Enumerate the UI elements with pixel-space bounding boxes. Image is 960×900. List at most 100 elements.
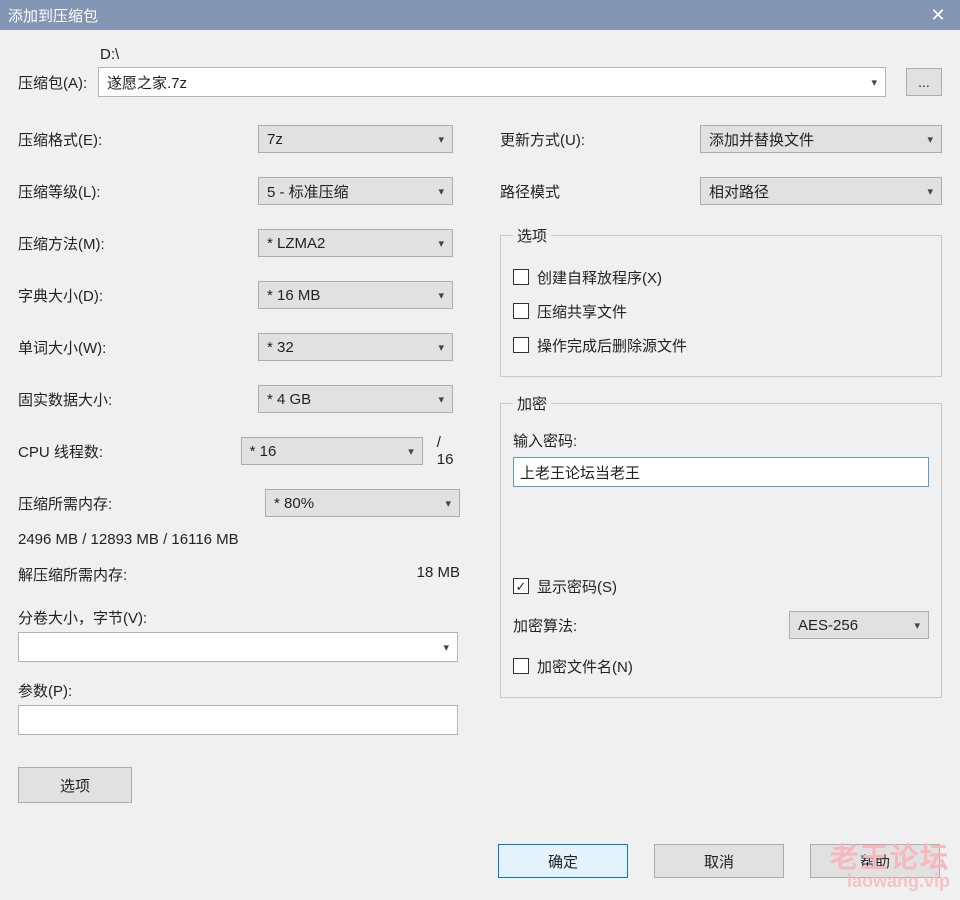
chevron-down-icon: ▾ bbox=[443, 641, 449, 654]
shared-checkbox[interactable] bbox=[513, 303, 529, 319]
encrypt-group: 加密 输入密码: 上老王论坛当老王 显示密码(S) 加密算法: AES-256 bbox=[500, 393, 942, 698]
method-value: * LZMA2 bbox=[267, 235, 325, 252]
encnames-check-row[interactable]: 加密文件名(N) bbox=[513, 651, 929, 681]
volume-label: 分卷大小，字节(V): bbox=[18, 607, 460, 628]
method-row: 压缩方法(M): * LZMA2 ▾ bbox=[18, 225, 460, 261]
showpw-check-row[interactable]: 显示密码(S) bbox=[513, 571, 929, 601]
level-row: 压缩等级(L): 5 - 标准压缩 ▾ bbox=[18, 173, 460, 209]
help-label: 帮助 bbox=[860, 851, 890, 872]
format-select[interactable]: 7z ▾ bbox=[258, 125, 453, 153]
level-label: 压缩等级(L): bbox=[18, 181, 258, 202]
dict-select[interactable]: * 16 MB ▾ bbox=[258, 281, 453, 309]
word-select[interactable]: * 32 ▾ bbox=[258, 333, 453, 361]
archive-filename: 遂愿之家.7z bbox=[107, 72, 187, 93]
dialog-buttons: 确定 取消 帮助 bbox=[498, 844, 940, 878]
pathmode-label: 路径模式 bbox=[500, 181, 700, 202]
update-select[interactable]: 添加并替换文件 ▾ bbox=[700, 125, 942, 153]
chevron-down-icon: ▾ bbox=[438, 393, 444, 406]
encalg-row: 加密算法: AES-256 ▾ bbox=[513, 611, 929, 639]
password-label: 输入密码: bbox=[513, 430, 929, 451]
options-legend: 选项 bbox=[513, 225, 551, 246]
encalg-value: AES-256 bbox=[798, 617, 858, 634]
mem-dec-value: 18 MB bbox=[417, 564, 460, 585]
delete-checkbox[interactable] bbox=[513, 337, 529, 353]
right-column: 更新方式(U): 添加并替换文件 ▾ 路径模式 相对路径 ▾ 选项 bbox=[500, 121, 942, 803]
ok-button[interactable]: 确定 bbox=[498, 844, 628, 878]
browse-button[interactable]: ... bbox=[906, 68, 942, 96]
encnames-checkbox[interactable] bbox=[513, 658, 529, 674]
cancel-button[interactable]: 取消 bbox=[654, 844, 784, 878]
options-button-label: 选项 bbox=[60, 775, 90, 796]
chevron-down-icon: ▾ bbox=[438, 133, 444, 146]
password-value: 上老王论坛当老王 bbox=[520, 462, 640, 483]
format-value: 7z bbox=[267, 131, 283, 148]
close-icon[interactable]: ✕ bbox=[924, 5, 952, 26]
shared-check-row[interactable]: 压缩共享文件 bbox=[513, 296, 929, 326]
archive-label: 压缩包(A): bbox=[18, 44, 98, 93]
window-title: 添加到压缩包 bbox=[8, 5, 924, 26]
level-select[interactable]: 5 - 标准压缩 ▾ bbox=[258, 177, 453, 205]
browse-label: ... bbox=[918, 74, 930, 90]
mem-enc-row: 压缩所需内存: * 80% ▾ bbox=[18, 485, 460, 521]
sfx-checkbox[interactable] bbox=[513, 269, 529, 285]
mem-enc-value: 2496 MB / 12893 MB / 16116 MB bbox=[18, 531, 460, 548]
shared-label: 压缩共享文件 bbox=[537, 301, 627, 322]
word-value: * 32 bbox=[267, 339, 294, 356]
volume-combo[interactable]: ▾ bbox=[18, 632, 458, 662]
method-label: 压缩方法(M): bbox=[18, 233, 258, 254]
params-input[interactable] bbox=[18, 705, 458, 735]
mem-limit-value: * 80% bbox=[274, 495, 314, 512]
solid-select[interactable]: * 4 GB ▾ bbox=[258, 385, 453, 413]
titlebar: 添加到压缩包 ✕ bbox=[0, 0, 960, 30]
options-group: 选项 创建自释放程序(X) 压缩共享文件 操作完成后删除源文件 bbox=[500, 225, 942, 377]
method-select[interactable]: * LZMA2 ▾ bbox=[258, 229, 453, 257]
left-column: 压缩格式(E): 7z ▾ 压缩等级(L): 5 - 标准压缩 ▾ 压缩方法(M… bbox=[18, 121, 460, 803]
mem-dec-row: 解压缩所需内存: 18 MB bbox=[18, 564, 460, 585]
format-row: 压缩格式(E): 7z ▾ bbox=[18, 121, 460, 157]
encnames-label: 加密文件名(N) bbox=[537, 656, 633, 677]
encalg-select[interactable]: AES-256 ▾ bbox=[789, 611, 929, 639]
threads-max: / 16 bbox=[437, 434, 460, 468]
archive-combo: 遂愿之家.7z ▾ ... bbox=[98, 67, 942, 97]
encalg-label: 加密算法: bbox=[513, 615, 789, 636]
encrypt-legend: 加密 bbox=[513, 393, 551, 414]
chevron-down-icon: ▾ bbox=[927, 185, 933, 198]
dialog-window: 添加到压缩包 ✕ 压缩包(A): D:\ 遂愿之家.7z ▾ ... bbox=[0, 0, 960, 900]
dict-value: * 16 MB bbox=[267, 287, 320, 304]
archive-filename-combo[interactable]: 遂愿之家.7z ▾ bbox=[98, 67, 886, 97]
delete-check-row[interactable]: 操作完成后删除源文件 bbox=[513, 330, 929, 360]
solid-label: 固实数据大小: bbox=[18, 389, 258, 410]
chevron-down-icon: ▾ bbox=[927, 133, 933, 146]
password-input[interactable]: 上老王论坛当老王 bbox=[513, 457, 929, 487]
mem-limit-select[interactable]: * 80% ▾ bbox=[265, 489, 460, 517]
dict-label: 字典大小(D): bbox=[18, 285, 258, 306]
level-value: 5 - 标准压缩 bbox=[267, 181, 349, 202]
sfx-label: 创建自释放程序(X) bbox=[537, 267, 662, 288]
showpw-checkbox[interactable] bbox=[513, 578, 529, 594]
update-row: 更新方式(U): 添加并替换文件 ▾ bbox=[500, 121, 942, 157]
solid-row: 固实数据大小: * 4 GB ▾ bbox=[18, 381, 460, 417]
threads-select[interactable]: * 16 ▾ bbox=[241, 437, 423, 465]
chevron-down-icon: ▾ bbox=[408, 445, 414, 458]
delete-label: 操作完成后删除源文件 bbox=[537, 335, 687, 356]
cancel-label: 取消 bbox=[704, 851, 734, 872]
options-button[interactable]: 选项 bbox=[18, 767, 132, 803]
format-label: 压缩格式(E): bbox=[18, 129, 258, 150]
mem-enc-label: 压缩所需内存: bbox=[18, 493, 258, 514]
params-label: 参数(P): bbox=[18, 680, 460, 701]
archive-path-group: D:\ 遂愿之家.7z ▾ ... bbox=[98, 44, 942, 97]
sfx-check-row[interactable]: 创建自释放程序(X) bbox=[513, 262, 929, 292]
showpw-label: 显示密码(S) bbox=[537, 576, 617, 597]
update-label: 更新方式(U): bbox=[500, 129, 700, 150]
solid-value: * 4 GB bbox=[267, 391, 311, 408]
columns: 压缩格式(E): 7z ▾ 压缩等级(L): 5 - 标准压缩 ▾ 压缩方法(M… bbox=[18, 121, 942, 803]
help-button[interactable]: 帮助 bbox=[810, 844, 940, 878]
chevron-down-icon: ▾ bbox=[445, 497, 451, 510]
pathmode-select[interactable]: 相对路径 ▾ bbox=[700, 177, 942, 205]
update-value: 添加并替换文件 bbox=[709, 129, 814, 150]
ok-label: 确定 bbox=[548, 851, 578, 872]
chevron-down-icon: ▾ bbox=[914, 619, 920, 632]
pathmode-row: 路径模式 相对路径 ▾ bbox=[500, 173, 942, 209]
client-area: 压缩包(A): D:\ 遂愿之家.7z ▾ ... 压缩格 bbox=[0, 30, 960, 900]
chevron-down-icon: ▾ bbox=[871, 76, 877, 89]
